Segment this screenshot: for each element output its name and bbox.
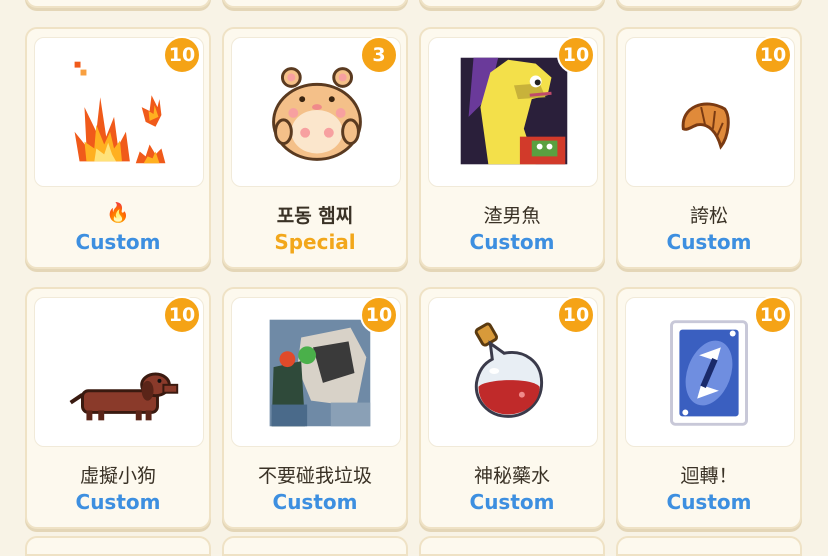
card-partial-bottom[interactable] (25, 536, 211, 556)
count-badge: 10 (754, 296, 792, 334)
category-label: Custom (666, 230, 752, 254)
emoji-name: 神秘藥水 (473, 465, 550, 487)
card-partial-top[interactable] (25, 0, 211, 8)
emoji-card[interactable]: 10 迴轉！ Custom (616, 287, 802, 529)
emoji-name: 🔥 (106, 202, 130, 224)
count-badge: 10 (360, 296, 398, 334)
count-badge: 10 (557, 36, 595, 74)
emoji-card[interactable]: 10 不要碰我垃圾 Custom (222, 287, 408, 529)
emoji-name: 虛擬小狗 (79, 465, 156, 487)
card-partial-bottom[interactable] (419, 536, 605, 556)
card-partial-top[interactable] (222, 0, 408, 8)
category-label: Custom (469, 230, 555, 254)
category-label: Custom (272, 490, 358, 514)
emoji-name: 渣男魚 (483, 205, 541, 227)
emoji-card[interactable]: 10 渣男魚 Custom (419, 27, 605, 269)
category-label: Custom (75, 490, 161, 514)
card-partial-top[interactable] (616, 0, 802, 8)
emoji-card[interactable]: 10 虛擬小狗 Custom (25, 287, 211, 529)
category-label: Custom (666, 490, 752, 514)
emoji-name: 迴轉！ (680, 465, 738, 487)
emoji-name: 誇松 (689, 205, 728, 227)
card-partial-bottom[interactable] (616, 536, 802, 556)
count-badge: 10 (557, 296, 595, 334)
emoji-card[interactable]: 10 誇松 Custom (616, 27, 802, 269)
count-badge: 3 (360, 36, 398, 74)
emoji-card[interactable]: 10 🔥 Custom (25, 27, 211, 269)
count-badge: 10 (163, 36, 201, 74)
emoji-name: 포동 햄찌 (276, 205, 354, 227)
category-label: Special (274, 230, 356, 254)
count-badge: 10 (163, 296, 201, 334)
emoji-card[interactable]: 3 포동 햄찌 Special (222, 27, 408, 269)
emoji-card[interactable]: 10 神秘藥水 Custom (419, 287, 605, 529)
category-label: Custom (469, 490, 555, 514)
card-partial-bottom[interactable] (222, 536, 408, 556)
card-partial-top[interactable] (419, 0, 605, 8)
count-badge: 10 (754, 36, 792, 74)
emoji-name: 不要碰我垃圾 (257, 465, 372, 487)
emoji-grid: 10 🔥 Custom 3 포동 햄찌 Special 10 渣男魚 Custo… (0, 0, 828, 556)
category-label: Custom (75, 230, 161, 254)
